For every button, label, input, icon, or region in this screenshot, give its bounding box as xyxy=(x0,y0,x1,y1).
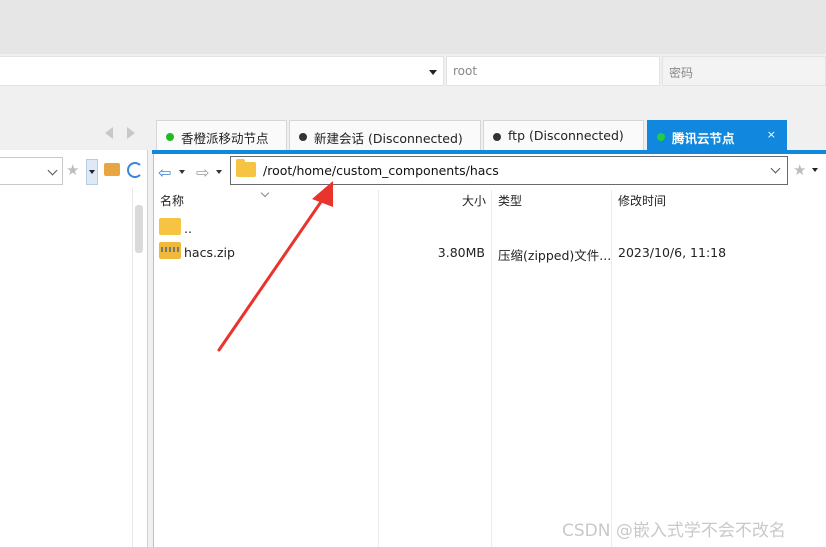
watermark: CSDN @嵌入式学不会不改名 xyxy=(562,521,786,541)
annotation-arrow-icon xyxy=(217,181,333,352)
